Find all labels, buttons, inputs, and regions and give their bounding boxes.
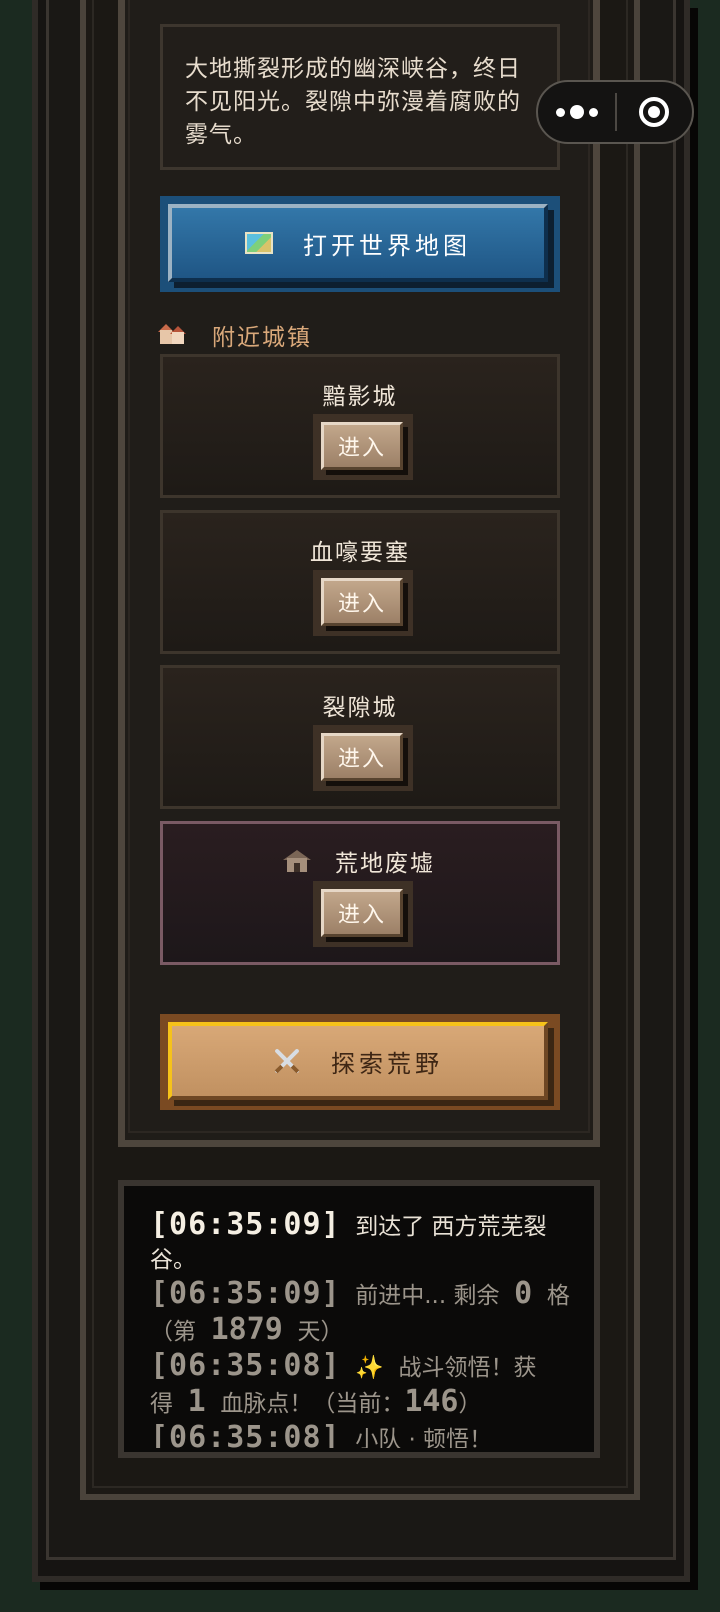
day-count: 1879	[210, 1312, 283, 1347]
town-card: 裂隙城 进入	[160, 665, 560, 809]
enter-town-button[interactable]: 进入	[321, 422, 403, 470]
open-world-map-button[interactable]: 打开世界地图	[168, 204, 548, 282]
message-log[interactable]: [06:35:09] 到达了 西方荒芜裂谷。 [06:35:09] 前进中...…	[118, 1180, 600, 1458]
log-text: 血脉点！（当前：	[220, 1391, 405, 1417]
enter-button-frame: 进入	[313, 881, 413, 947]
enter-button-frame: 进入	[313, 414, 413, 480]
world-map-button-frame: 打开世界地图	[160, 196, 560, 292]
log-timestamp: [06:35:09]	[150, 1276, 341, 1311]
nearby-towns-title: 附近城镇	[212, 325, 312, 351]
bloodline-points-current: 146	[404, 1384, 459, 1419]
log-timestamp: [06:35:09]	[150, 1207, 341, 1242]
derelict-house-icon	[283, 850, 311, 872]
explore-wilderness-label: 探索荒野	[331, 1049, 443, 1078]
enter-town-button[interactable]: 进入	[321, 578, 403, 626]
explore-button-frame: 探索荒野	[160, 1014, 560, 1110]
log-text: 前进中...	[355, 1283, 447, 1309]
log-text: 剩余	[453, 1283, 500, 1309]
bloodline-points-gained: 1	[187, 1384, 206, 1419]
sparkle-icon: ✨	[355, 1355, 384, 1381]
town-name: 血嚎要塞	[310, 540, 410, 566]
log-text: 小队 · 顿悟！	[355, 1427, 493, 1448]
town-card: 黯影城 进入	[160, 354, 560, 498]
nearby-towns-heading: 附近城镇	[158, 318, 312, 352]
ruins-card: 荒地废墟 进入	[160, 821, 560, 965]
town-name: 黯影城	[322, 384, 398, 410]
enter-ruins-button[interactable]: 进入	[321, 889, 403, 937]
log-entry: [06:35:09] 前进中... 剩余 0 格（第 1879 天）	[150, 1277, 570, 1349]
log-timestamp: [06:35:08]	[150, 1348, 341, 1383]
log-entry: [06:35:08] ✨ 战斗领悟！获得 1 血脉点！（当前：146）	[150, 1349, 570, 1421]
town-name: 裂隙城	[322, 695, 398, 721]
enter-button-frame: 进入	[313, 725, 413, 791]
crossed-swords-icon	[273, 1047, 301, 1075]
map-icon	[245, 232, 273, 254]
location-description: 大地撕裂形成的幽深峡谷，终日不见阳光。裂隙中弥漫着腐败的雾气。	[160, 24, 560, 170]
houses-icon	[158, 324, 186, 346]
enter-town-button[interactable]: 进入	[321, 733, 403, 781]
open-world-map-label: 打开世界地图	[303, 231, 471, 260]
log-text: 天）	[297, 1319, 344, 1345]
mini-program-capsule	[536, 80, 694, 144]
log-timestamp: [06:35:08]	[150, 1420, 341, 1448]
explore-wilderness-button[interactable]: 探索荒野	[168, 1022, 548, 1100]
log-entry: [06:35:08] 小队 · 顿悟！	[150, 1421, 570, 1448]
ruins-name: 荒地废墟	[335, 851, 435, 877]
more-options-icon[interactable]	[538, 105, 615, 119]
log-text: ）	[458, 1391, 482, 1417]
remaining-count: 0	[514, 1276, 533, 1311]
close-miniprogram-icon[interactable]	[617, 97, 692, 127]
town-card: 血嚎要塞 进入	[160, 510, 560, 654]
log-entry: [06:35:09] 到达了 西方荒芜裂谷。	[150, 1208, 570, 1277]
message-log-content: [06:35:09] 到达了 西方荒芜裂谷。 [06:35:09] 前进中...…	[128, 1190, 590, 1448]
enter-button-frame: 进入	[313, 570, 413, 636]
